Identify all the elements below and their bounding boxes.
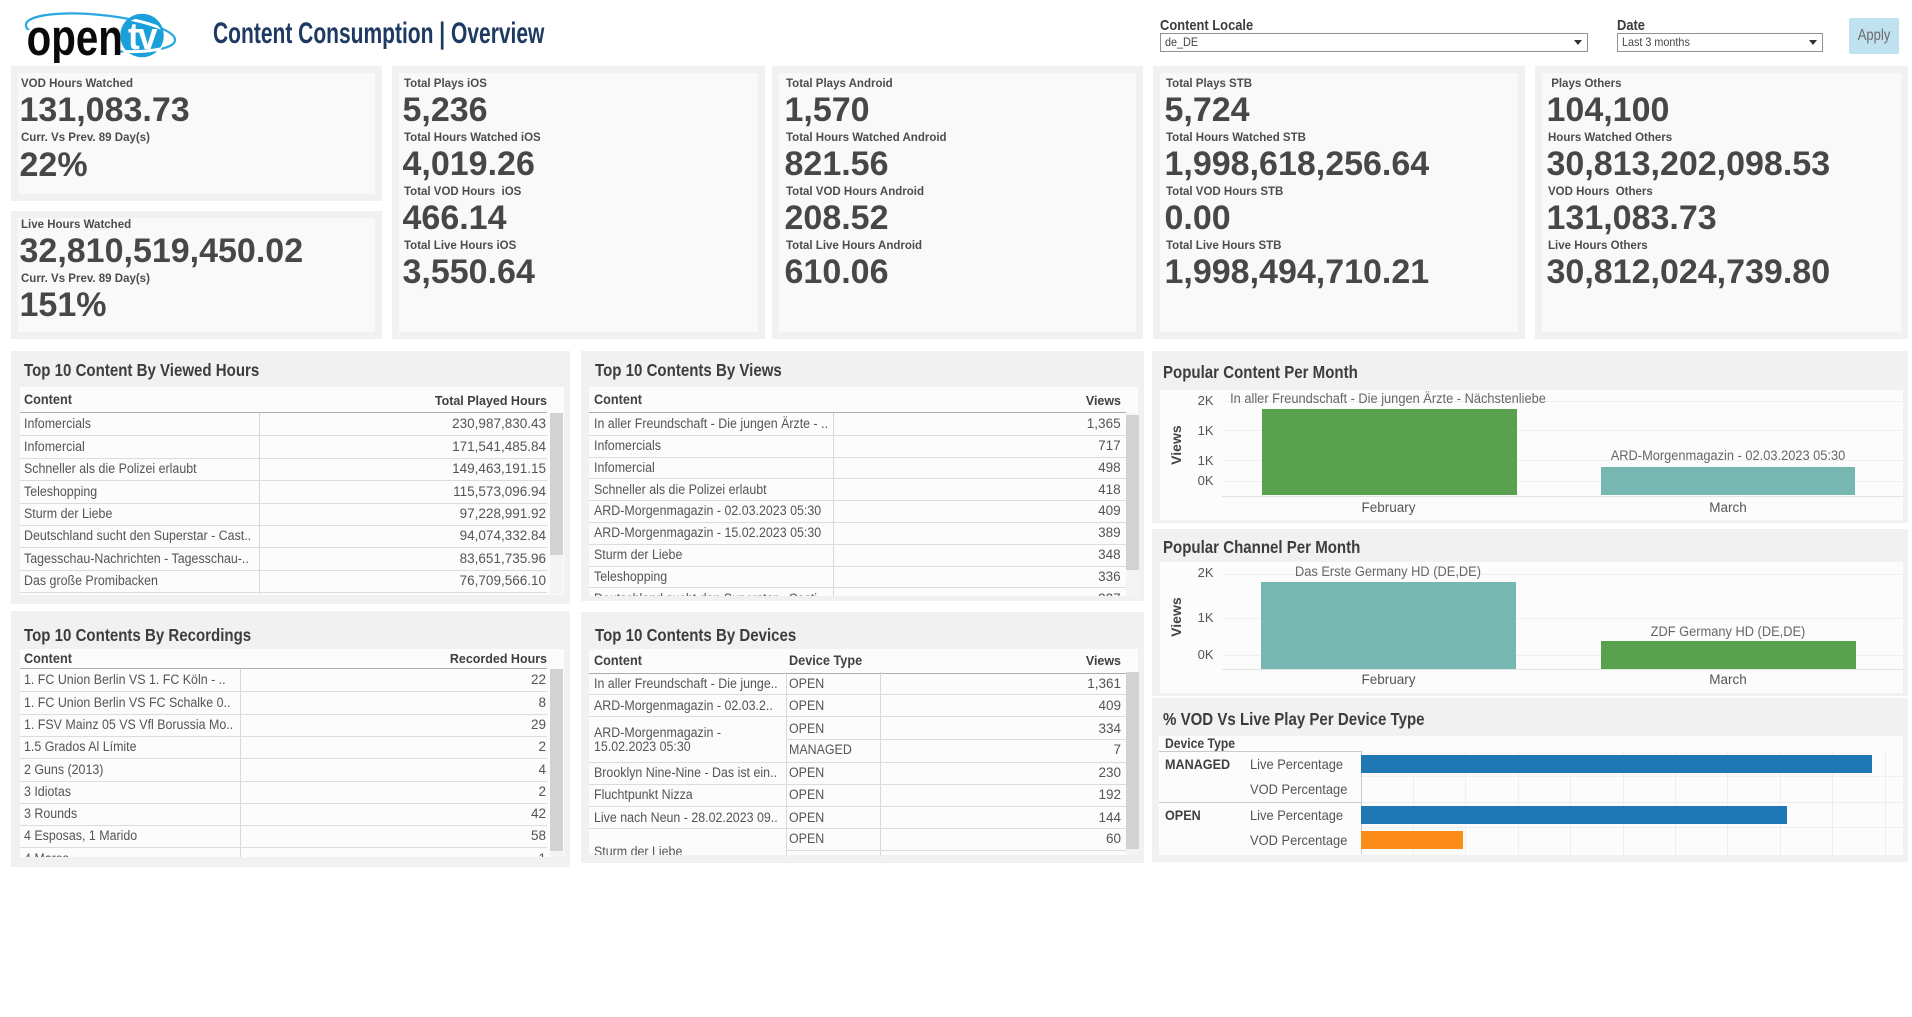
svg-text:tv: tv <box>128 15 158 57</box>
svg-text:open: open <box>27 8 123 63</box>
